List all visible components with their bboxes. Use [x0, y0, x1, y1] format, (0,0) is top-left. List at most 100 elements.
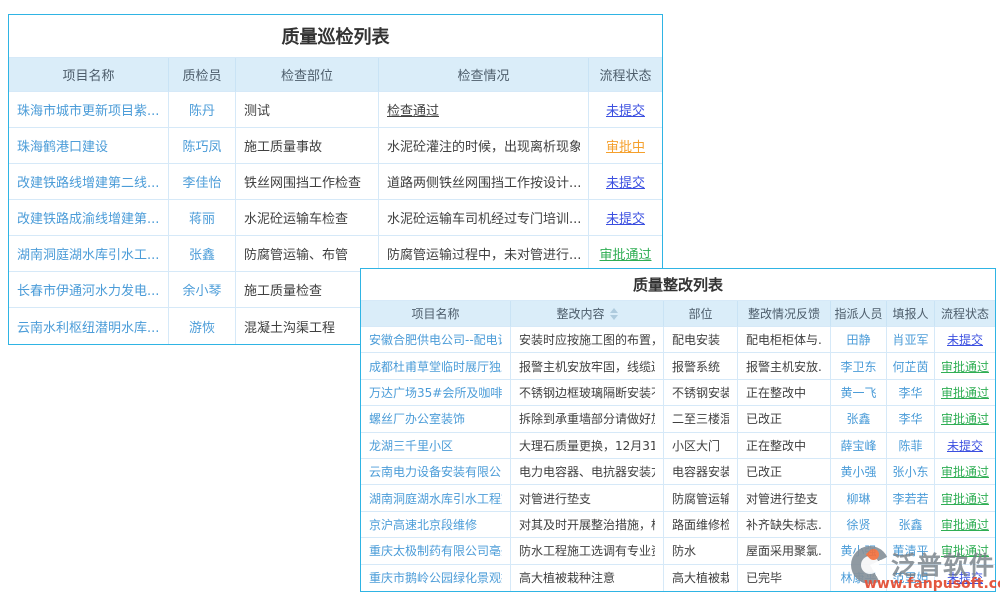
- inspector-link[interactable]: 陈巧凤: [169, 128, 236, 163]
- reporter-link[interactable]: 李若若: [887, 485, 935, 510]
- flow-status-link[interactable]: 审批中: [589, 128, 662, 163]
- flow-status-link[interactable]: 未提交: [935, 433, 995, 458]
- reporter-link[interactable]: 李华: [887, 406, 935, 431]
- project-name-link[interactable]: 改建铁路成渝线增建第...: [9, 200, 169, 235]
- assignee-link[interactable]: 黄小强: [831, 538, 887, 563]
- rectify-part: 配电安装: [664, 327, 738, 352]
- flow-status-link[interactable]: 未提交: [589, 164, 662, 199]
- rectify-part: 不锈钢安装...: [664, 380, 738, 405]
- inspector-link[interactable]: 蒋丽: [169, 200, 236, 235]
- inspector-link[interactable]: 陈丹: [169, 92, 236, 127]
- rectification-table-row: 云南电力设备安装有限公司20...电力电容器、电抗器安装方案...电容器安装..…: [361, 459, 995, 485]
- rectify-content: 对其及时开展整治措施，桥头...: [511, 512, 664, 537]
- assignee-link[interactable]: 林康平: [831, 565, 887, 591]
- reporter-link[interactable]: 肖亚军: [887, 327, 935, 352]
- flow-status-link[interactable]: 审批通过: [935, 512, 995, 537]
- rectify-part-text: 电容器安装...: [672, 463, 729, 480]
- flow-status-link[interactable]: 审批通过: [935, 380, 995, 405]
- flow-status-link[interactable]: 未提交: [589, 200, 662, 235]
- project-name-link[interactable]: 珠海市城市更新项目紫...: [9, 92, 169, 127]
- project-name-link[interactable]: 安徽合肥供电公司--配电设备...: [361, 327, 511, 352]
- flow-status-link[interactable]: 未提交: [935, 565, 995, 591]
- inspector-link[interactable]: 游恢: [169, 308, 236, 344]
- rectify-content: 报警主机安放牢固，线缆连接...: [511, 353, 664, 378]
- assignee-link[interactable]: 薛宝峰: [831, 433, 887, 458]
- assignee-link[interactable]: 李卫东: [831, 353, 887, 378]
- inspector-link-text: 张鑫: [189, 244, 215, 263]
- assignee-link[interactable]: 柳琳: [831, 485, 887, 510]
- flow-status-link[interactable]: 审批通过: [935, 406, 995, 431]
- flow-status-link[interactable]: 未提交: [589, 92, 662, 127]
- project-name-link-text: 湖南洞庭湖水库引水工程施工标: [369, 490, 502, 507]
- assignee-link-text: 张鑫: [846, 410, 870, 427]
- inspection-part: 防腐管运输、布管: [236, 236, 379, 271]
- column-header-flow-status: 流程状态: [589, 58, 662, 92]
- flow-status-link[interactable]: 审批通过: [935, 538, 995, 563]
- column-header-label: 项目名称: [62, 65, 114, 84]
- project-name-link[interactable]: 云南电力设备安装有限公司20...: [361, 459, 511, 484]
- rectify-part: 防腐管运输...: [664, 485, 738, 510]
- rectify-feedback: 配电柜柜体与...: [738, 327, 831, 352]
- project-name-link[interactable]: 湖南洞庭湖水库引水工...: [9, 236, 169, 271]
- project-name-link[interactable]: 珠海鹤港口建设: [9, 128, 169, 163]
- project-name-link[interactable]: 成都杜甫草堂临时展厅独立展...: [361, 353, 511, 378]
- inspector-link-text: 陈巧凤: [182, 136, 221, 155]
- rectify-part: 电容器安装...: [664, 459, 738, 484]
- reporter-link[interactable]: 张鑫: [887, 512, 935, 537]
- project-name-link[interactable]: 长春市伊通河水力发电...: [9, 272, 169, 307]
- rectify-part: 路面维修检...: [664, 512, 738, 537]
- assignee-link[interactable]: 田静: [831, 327, 887, 352]
- flow-status-link-text: 未提交: [947, 331, 983, 348]
- assignee-link-text: 徐贤: [846, 516, 870, 533]
- project-name-link[interactable]: 重庆太极制药有限公司亳州中...: [361, 538, 511, 563]
- rectify-part-text: 防腐管运输...: [672, 490, 729, 507]
- project-name-link[interactable]: 京沪高速北京段维修: [361, 512, 511, 537]
- flow-status-link[interactable]: 审批通过: [935, 459, 995, 484]
- rectify-part-text: 二至三楼混...: [672, 410, 729, 427]
- column-header-rectify-content[interactable]: 整改内容: [511, 301, 664, 327]
- project-name-link[interactable]: 重庆市鹅岭公园绿化景观提升...: [361, 565, 511, 591]
- project-name-link[interactable]: 改建铁路线增建第二线...: [9, 164, 169, 199]
- flow-status-link[interactable]: 审批通过: [935, 485, 995, 510]
- rectification-table-row: 湖南洞庭湖水库引水工程施工标对管进行垫支防腐管运输...对管进行垫支柳琳李若若审…: [361, 485, 995, 511]
- rectification-table-header: 项目名称 整改内容 部位 整改情况反馈 指派人员 填报人 流程状态: [361, 301, 995, 327]
- inspection-part: 混凝土沟渠工程: [236, 308, 379, 344]
- reporter-link[interactable]: 董清平: [887, 538, 935, 563]
- inspector-link-text: 游恢: [189, 317, 215, 336]
- column-header-inspector: 质检员: [169, 58, 236, 92]
- reporter-link-text: 张小东: [892, 463, 928, 480]
- reporter-link[interactable]: 张小东: [887, 459, 935, 484]
- inspector-link[interactable]: 张鑫: [169, 236, 236, 271]
- inspection-part: 施工质量事故: [236, 128, 379, 163]
- inspection-part-text: 混凝土沟渠工程: [244, 317, 335, 336]
- project-name-link[interactable]: 龙湖三千里小区: [361, 433, 511, 458]
- sort-icon[interactable]: [610, 308, 618, 320]
- assignee-link[interactable]: 黄一飞: [831, 380, 887, 405]
- inspector-link[interactable]: 李佳怡: [169, 164, 236, 199]
- reporter-link[interactable]: 陈菲: [887, 433, 935, 458]
- rectify-feedback-text: 报警主机安放...: [746, 358, 822, 375]
- project-name-link[interactable]: 万达广场35#会所及咖啡厅空...: [361, 380, 511, 405]
- reporter-link[interactable]: 何芷茵: [887, 353, 935, 378]
- reporter-link[interactable]: 李华: [887, 380, 935, 405]
- inspector-link-text: 李佳怡: [182, 172, 221, 191]
- rectify-part: 报警系统: [664, 353, 738, 378]
- reporter-link[interactable]: 范里妲: [887, 565, 935, 591]
- assignee-link[interactable]: 黄小强: [831, 459, 887, 484]
- inspector-link[interactable]: 余小琴: [169, 272, 236, 307]
- project-name-link-text: 安徽合肥供电公司--配电设备...: [369, 331, 502, 348]
- flow-status-link[interactable]: 未提交: [935, 327, 995, 352]
- project-name-link[interactable]: 云南水利枢纽潜明水库...: [9, 308, 169, 344]
- assignee-link[interactable]: 张鑫: [831, 406, 887, 431]
- rectify-content-text: 对其及时开展整治措施，桥头...: [519, 516, 655, 533]
- inspection-situation[interactable]: 检查通过: [379, 92, 589, 127]
- project-name-link[interactable]: 螺丝厂办公室装饰: [361, 406, 511, 431]
- project-name-link[interactable]: 湖南洞庭湖水库引水工程施工标: [361, 485, 511, 510]
- flow-status-link[interactable]: 审批通过: [935, 353, 995, 378]
- rectify-feedback: 屋面采用聚氯...: [738, 538, 831, 563]
- project-name-link-text: 湖南洞庭湖水库引水工...: [17, 244, 159, 263]
- inspection-table-row: 湖南洞庭湖水库引水工...张鑫防腐管运输、布管防腐管运输过程中，未对管进行...…: [9, 236, 662, 272]
- assignee-link[interactable]: 徐贤: [831, 512, 887, 537]
- flow-status-link[interactable]: 审批通过: [589, 236, 662, 271]
- rectify-part-text: 高大植被栽种: [672, 569, 729, 586]
